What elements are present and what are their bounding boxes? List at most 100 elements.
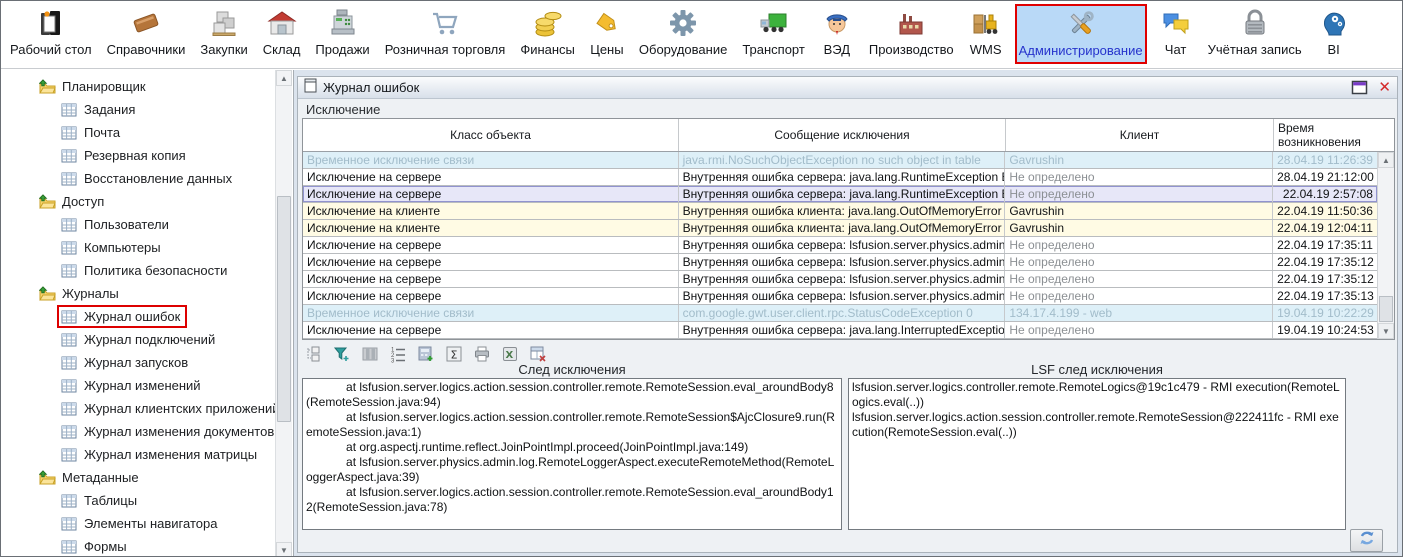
sidebar-item-users[interactable]: Пользователи xyxy=(1,213,293,236)
counters-icon[interactable]: 123 xyxy=(387,344,408,364)
panel-title: Журнал ошибок xyxy=(323,80,419,95)
trace-title: След исключения xyxy=(302,362,842,377)
sidebar-item-data-restore[interactable]: Восстановление данных xyxy=(1,167,293,190)
sidebar-item-mail[interactable]: Почта xyxy=(1,121,293,144)
restore-window-icon[interactable] xyxy=(1351,80,1368,95)
scrollbar-thumb[interactable] xyxy=(1379,296,1393,322)
export-xls-icon[interactable]: X xyxy=(499,344,520,364)
truck-icon xyxy=(757,5,791,41)
toolbar-item-references[interactable]: Справочники xyxy=(104,4,189,64)
sidebar-item-security-policy[interactable]: Политика безопасности xyxy=(1,259,293,282)
toolbar-item-desktop[interactable]: Рабочий стол xyxy=(7,4,95,64)
toolbar-item-retail[interactable]: Розничная торговля xyxy=(382,4,509,64)
sidebar-item-tables[interactable]: Таблицы xyxy=(1,489,293,512)
warehouse-icon xyxy=(265,5,299,41)
table-row[interactable]: Исключение на сервереВнутренняя ошибка с… xyxy=(303,169,1377,186)
scroll-down-icon[interactable]: ▼ xyxy=(276,542,292,557)
factory-icon xyxy=(894,5,928,41)
table-icon xyxy=(61,263,78,279)
table-row[interactable]: Временное исключение связиjava.rmi.NoSuc… xyxy=(303,152,1377,169)
table-row[interactable]: Исключение на сервереВнутренняя ошибка с… xyxy=(303,271,1377,288)
toolbar-item-account[interactable]: Учётная запись xyxy=(1205,4,1305,64)
column-header-time[interactable]: Время возникновения xyxy=(1274,119,1378,151)
group-tree-icon[interactable] xyxy=(303,344,324,364)
table-row[interactable]: Исключение на сервереВнутренняя ошибка с… xyxy=(303,288,1377,305)
sidebar-item-computers[interactable]: Компьютеры xyxy=(1,236,293,259)
table-row[interactable]: Исключение на сервереВнутренняя ошибка с… xyxy=(303,322,1377,339)
toolbar-item-equipment[interactable]: Оборудование xyxy=(636,4,730,64)
column-header-object-class[interactable]: Класс объекта xyxy=(303,119,679,151)
toolbar-item-label: Транспорт xyxy=(742,41,805,59)
close-icon[interactable]: ✕ xyxy=(1378,80,1391,95)
scroll-up-icon[interactable]: ▲ xyxy=(1378,152,1394,168)
toolbar-item-bi[interactable]: BI xyxy=(1314,4,1354,64)
table-row[interactable]: Исключение на клиентеВнутренняя ошибка к… xyxy=(303,220,1377,237)
price-tag-icon xyxy=(590,5,624,41)
table-header-row: Класс объекта Сообщение исключения Клиен… xyxy=(303,119,1394,152)
scrollbar-thumb[interactable] xyxy=(277,196,291,422)
sidebar-item-backup[interactable]: Резервная копия xyxy=(1,144,293,167)
column-header-exception-message[interactable]: Сообщение исключения xyxy=(679,119,1006,151)
sidebar-item-change-log[interactable]: Журнал изменений xyxy=(1,374,293,397)
chat-icon xyxy=(1159,5,1193,41)
sidebar-item-doc-change-log[interactable]: Журнал изменения документов xyxy=(1,420,293,443)
toolbar-item-production[interactable]: Производство xyxy=(866,4,957,64)
coins-icon xyxy=(531,5,565,41)
toolbar-item-wms[interactable]: WMS xyxy=(966,4,1006,64)
toolbar-item-chat[interactable]: Чат xyxy=(1156,4,1196,64)
scroll-up-icon[interactable]: ▲ xyxy=(276,70,292,86)
toolbar-item-label: Администрирование xyxy=(1019,42,1143,60)
sidebar-item-scheduler[interactable]: Планировщик xyxy=(1,75,293,98)
toolbar-item-transport[interactable]: Транспорт xyxy=(739,4,808,64)
lsf-trace-title: LSF след исключения xyxy=(848,362,1346,377)
sidebar-item-launch-log[interactable]: Журнал запусков xyxy=(1,351,293,374)
refresh-button[interactable] xyxy=(1350,529,1383,552)
sidebar-item-matrix-change-log[interactable]: Журнал изменения матрицы xyxy=(1,443,293,466)
toolbar-item-sales[interactable]: Продажи xyxy=(312,4,372,64)
sidebar-item-error-log[interactable]: Журнал ошибок xyxy=(1,305,293,328)
table-icon xyxy=(61,171,78,187)
error-log-panel: Журнал ошибок ✕ Исключение Класс объекта… xyxy=(297,76,1398,553)
sidebar-item-connection-log[interactable]: Журнал подключений xyxy=(1,328,293,351)
toolbar-item-administration[interactable]: Администрирование xyxy=(1015,4,1147,64)
sigma-sum-icon[interactable]: Σ xyxy=(443,344,464,364)
padlock-icon xyxy=(1238,5,1272,41)
lsf-exception-trace-text[interactable]: lsfusion.server.logics.controller.remote… xyxy=(848,378,1346,530)
sidebar-item-client-apps-log[interactable]: Журнал клиентских приложений xyxy=(1,397,293,420)
exception-trace-text[interactable]: at lsfusion.server.logics.action.session… xyxy=(302,378,842,530)
table-row[interactable]: Временное исключение связиcom.google.gwt… xyxy=(303,305,1377,322)
table-row[interactable]: Исключение на сервереВнутренняя ошибка с… xyxy=(303,237,1377,254)
toolbar-item-finance[interactable]: Финансы xyxy=(517,4,578,64)
column-header-client[interactable]: Клиент xyxy=(1006,119,1274,151)
table-row[interactable]: Исключение на сервереВнутренняя ошибка с… xyxy=(303,254,1377,271)
toolbar-item-ved[interactable]: ВЭД xyxy=(817,4,857,64)
toolbar-item-label: Учётная запись xyxy=(1208,41,1302,59)
group-columns-icon[interactable] xyxy=(359,344,380,364)
toolbar-item-purchases[interactable]: Закупки xyxy=(197,4,250,64)
sidebar-item-navigator-elements[interactable]: Элементы навигатора xyxy=(1,512,293,535)
application-window: Рабочий стол Справочники Закупки Склад П… xyxy=(0,0,1403,557)
table-row-selected[interactable]: Исключение на сервереВнутренняя ошибка с… xyxy=(303,186,1377,203)
scroll-down-icon[interactable]: ▼ xyxy=(1378,323,1394,339)
sidebar-item-tasks[interactable]: Задания xyxy=(1,98,293,121)
sidebar-item-access[interactable]: Доступ xyxy=(1,190,293,213)
table-icon xyxy=(61,424,78,440)
table-scrollbar[interactable]: ▲ ▼ xyxy=(1377,152,1394,339)
sidebar-item-logs[interactable]: Журналы xyxy=(1,282,293,305)
manage-columns-icon[interactable] xyxy=(527,344,548,364)
toolbar-item-warehouse[interactable]: Склад xyxy=(260,4,304,64)
sidebar-item-metadata[interactable]: Метаданные xyxy=(1,466,293,489)
sidebar-scrollbar[interactable]: ▲ ▼ xyxy=(275,70,292,557)
add-filter-icon[interactable] xyxy=(331,344,352,364)
sidebar-item-forms[interactable]: Формы xyxy=(1,535,293,557)
table-icon xyxy=(61,355,78,371)
calculate-sum-icon[interactable] xyxy=(415,344,436,364)
folder-open-icon xyxy=(39,194,56,210)
toolbar-item-prices[interactable]: Цены xyxy=(587,4,627,64)
main-navigation-toolbar: Рабочий стол Справочники Закупки Склад П… xyxy=(1,1,1402,69)
table-icon xyxy=(61,240,78,256)
exception-group-label: Исключение xyxy=(306,102,380,117)
table-row[interactable]: Исключение на клиентеВнутренняя ошибка к… xyxy=(303,203,1377,220)
table-icon xyxy=(61,148,78,164)
print-icon[interactable] xyxy=(471,344,492,364)
